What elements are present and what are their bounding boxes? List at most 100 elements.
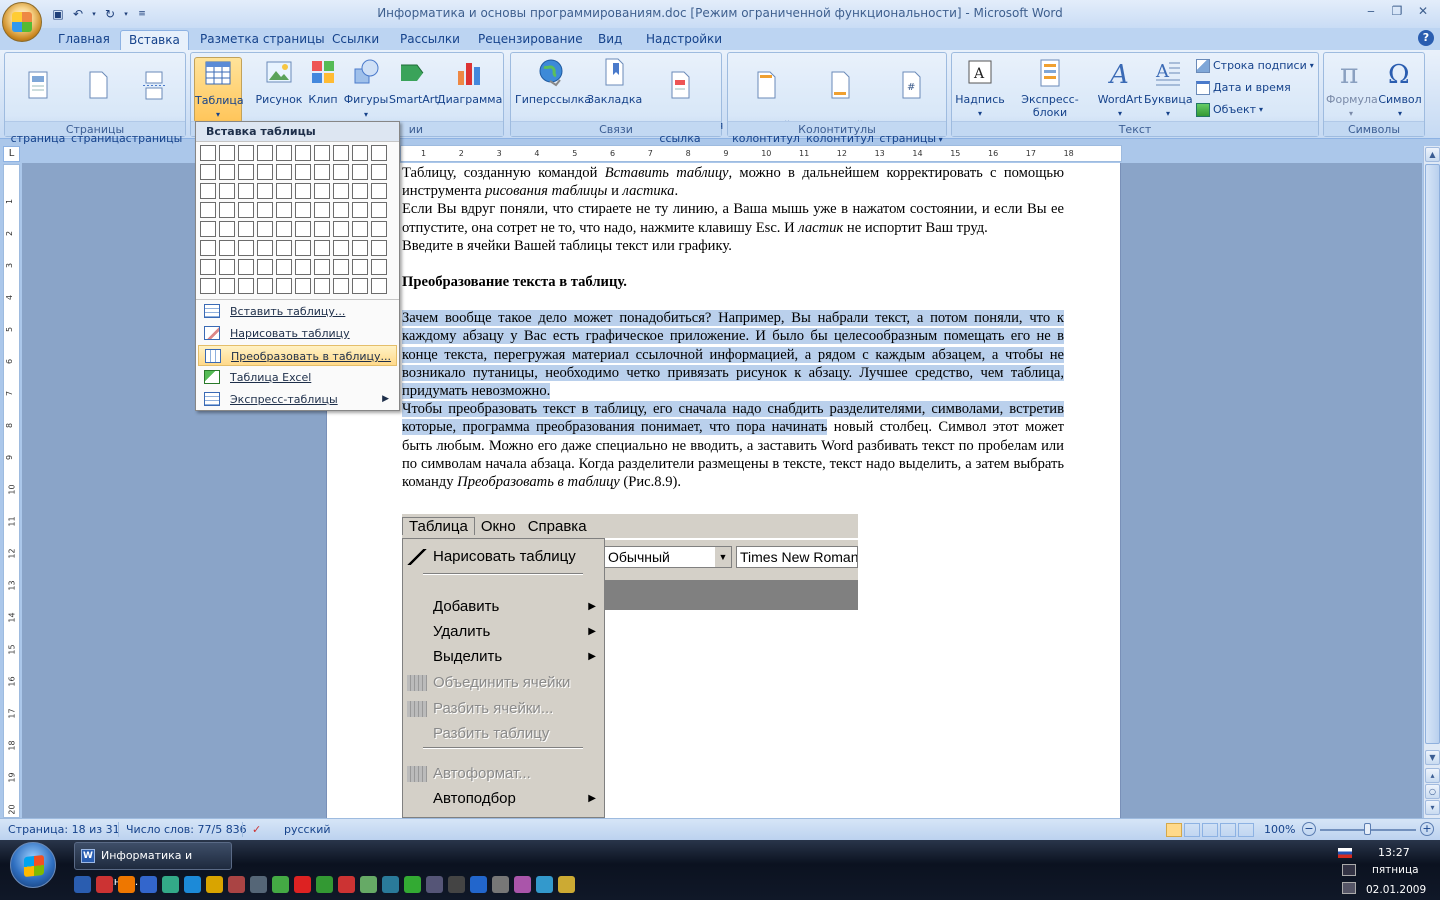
symbol-button[interactable]: Ω Символ ▾	[1376, 57, 1424, 120]
table-size-grid[interactable]	[200, 145, 392, 297]
quick-launch-icon[interactable]	[470, 876, 487, 893]
grid-cell[interactable]	[238, 145, 254, 161]
document-text[interactable]: Таблицу, созданную командой Вставить таб…	[402, 164, 1064, 491]
taskbar-word-window[interactable]: WИнформатика и осно...	[74, 842, 232, 888]
clock-day[interactable]: пятница	[1372, 864, 1419, 876]
redo-dropdown-icon[interactable]: ▾	[122, 6, 130, 22]
grid-cell[interactable]	[219, 278, 235, 294]
zoom-level[interactable]: 100%	[1264, 823, 1295, 836]
smartart-button[interactable]: SmartArt	[389, 57, 439, 106]
grid-cell[interactable]	[276, 145, 292, 161]
convert-to-table-item[interactable]: Преобразовать в таблицу...	[198, 345, 397, 366]
grid-cell[interactable]	[276, 240, 292, 256]
grid-cell[interactable]	[295, 202, 311, 218]
grid-cell[interactable]	[371, 221, 387, 237]
grid-cell[interactable]	[238, 278, 254, 294]
horizontal-ruler[interactable]: 1 2 3 4 5 6 7 8 9 10 11 12 13 14 15 16 17 18	[400, 145, 1122, 162]
tab-home[interactable]: Главная	[50, 30, 118, 50]
grid-cell[interactable]	[295, 240, 311, 256]
grid-cell[interactable]	[333, 278, 349, 294]
scroll-up-icon[interactable]: ▲	[1425, 147, 1440, 162]
grid-cell[interactable]	[371, 202, 387, 218]
grid-cell[interactable]	[314, 278, 330, 294]
grid-cell[interactable]	[371, 278, 387, 294]
quick-launch-icon[interactable]	[514, 876, 531, 893]
grid-cell[interactable]	[371, 240, 387, 256]
grid-cell[interactable]	[219, 221, 235, 237]
tab-page-layout[interactable]: Разметка страницы	[192, 30, 333, 50]
scroll-thumb[interactable]	[1425, 164, 1440, 744]
scroll-down-icon[interactable]: ▼	[1425, 750, 1440, 765]
grid-cell[interactable]	[371, 259, 387, 275]
quick-launch-icon[interactable]	[360, 876, 377, 893]
tab-view[interactable]: Вид	[590, 30, 630, 50]
tab-addins[interactable]: Надстройки	[638, 30, 730, 50]
next-page-icon[interactable]: ▾	[1425, 800, 1440, 815]
grid-cell[interactable]	[371, 164, 387, 180]
quick-launch-icon[interactable]	[272, 876, 289, 893]
grid-cell[interactable]	[200, 145, 216, 161]
grid-cell[interactable]	[219, 240, 235, 256]
grid-cell[interactable]	[333, 221, 349, 237]
quick-launch-icon[interactable]	[404, 876, 421, 893]
grid-cell[interactable]	[200, 164, 216, 180]
quick-launch-icon[interactable]	[338, 876, 355, 893]
grid-cell[interactable]	[352, 259, 368, 275]
grid-cell[interactable]	[314, 202, 330, 218]
grid-cell[interactable]	[333, 202, 349, 218]
table-button[interactable]: Таблица ▾	[194, 57, 244, 123]
browse-object-icon[interactable]: ○	[1425, 784, 1440, 799]
grid-cell[interactable]	[333, 183, 349, 199]
office-button[interactable]	[2, 2, 42, 42]
picture-button[interactable]: Рисунок	[255, 57, 303, 106]
grid-cell[interactable]	[333, 240, 349, 256]
quick-launch-icon[interactable]	[184, 876, 201, 893]
grid-cell[interactable]	[333, 145, 349, 161]
network-icon[interactable]	[1342, 864, 1356, 876]
grid-cell[interactable]	[314, 221, 330, 237]
grid-cell[interactable]	[257, 164, 273, 180]
grid-cell[interactable]	[333, 164, 349, 180]
grid-cell[interactable]	[219, 259, 235, 275]
start-button[interactable]	[10, 842, 56, 888]
undo-dropdown-icon[interactable]: ▾	[90, 6, 98, 22]
grid-cell[interactable]	[200, 183, 216, 199]
full-screen-reading-icon[interactable]	[1184, 823, 1200, 837]
grid-cell[interactable]	[200, 202, 216, 218]
page-indicator[interactable]: Страница: 18 из 31	[8, 823, 120, 836]
quick-launch-icon[interactable]	[382, 876, 399, 893]
grid-cell[interactable]	[238, 164, 254, 180]
redo-icon[interactable]: ↻	[102, 6, 118, 22]
quick-launch-icon[interactable]	[228, 876, 245, 893]
spelling-check-icon[interactable]: ✓	[252, 823, 261, 836]
grid-cell[interactable]	[295, 278, 311, 294]
grid-cell[interactable]	[314, 183, 330, 199]
grid-cell[interactable]	[371, 183, 387, 199]
grid-cell[interactable]	[295, 145, 311, 161]
grid-cell[interactable]	[295, 259, 311, 275]
grid-cell[interactable]	[295, 183, 311, 199]
zoom-in-icon[interactable]: +	[1420, 822, 1434, 836]
quick-launch-icon[interactable]	[162, 876, 179, 893]
grid-cell[interactable]	[238, 183, 254, 199]
quick-launch-icon[interactable]	[426, 876, 443, 893]
grid-cell[interactable]	[257, 240, 273, 256]
grid-cell[interactable]	[276, 278, 292, 294]
grid-cell[interactable]	[276, 221, 292, 237]
grid-cell[interactable]	[276, 202, 292, 218]
grid-cell[interactable]	[295, 221, 311, 237]
grid-cell[interactable]	[200, 221, 216, 237]
grid-cell[interactable]	[219, 164, 235, 180]
tab-insert[interactable]: Вставка	[120, 30, 189, 50]
language-flag-icon[interactable]	[1338, 848, 1352, 858]
quick-launch-icon[interactable]	[118, 876, 135, 893]
textbox-button[interactable]: A Надпись ▾	[954, 57, 1006, 120]
customize-qat-icon[interactable]: ≡	[134, 6, 150, 22]
grid-cell[interactable]	[257, 183, 273, 199]
clip-button[interactable]: Клип	[305, 57, 341, 106]
quick-launch-icon[interactable]	[74, 876, 91, 893]
grid-cell[interactable]	[352, 183, 368, 199]
restore-icon[interactable]: ❐	[1384, 2, 1410, 22]
grid-cell[interactable]	[238, 240, 254, 256]
quick-launch-icon[interactable]	[250, 876, 267, 893]
